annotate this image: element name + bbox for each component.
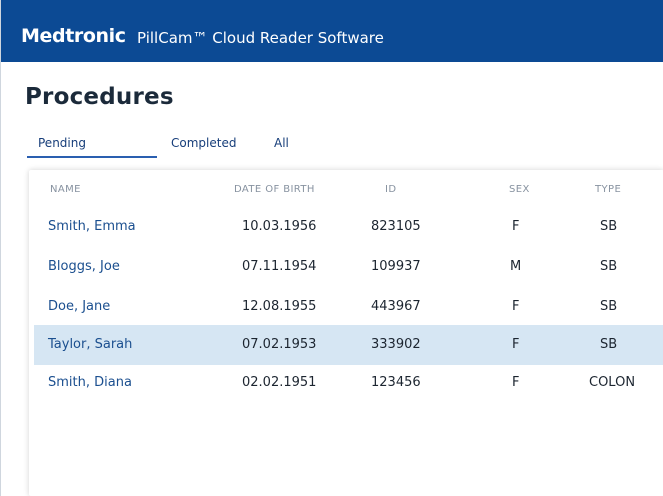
app-header: Medtronic PillCam™ Cloud Reader Software <box>1 0 663 62</box>
tab-completed[interactable]: Completed (8) <box>171 126 236 184</box>
date-of-birth: 10.03.1956 <box>242 219 317 234</box>
medtronic-logo: Medtronic <box>21 25 126 47</box>
procedures-table: NAME DATE OF BIRTH ID SEX TYPE Smith, Em… <box>29 170 663 496</box>
date-of-birth: 02.02.1951 <box>242 375 317 390</box>
procedure-type: COLON <box>589 375 636 390</box>
column-header-dob[interactable]: DATE OF BIRTH <box>234 184 315 195</box>
patient-id: 443967 <box>371 299 421 314</box>
procedure-type: SB <box>600 219 618 234</box>
active-tab-indicator <box>27 156 157 158</box>
table-row-selected[interactable]: Taylor, Sarah 07.02.1953 333902 F SB <box>34 325 663 365</box>
procedure-type: SB <box>600 259 618 274</box>
tab-pending-review[interactable]: Pending review (18) <box>38 126 86 218</box>
sex: M <box>510 259 522 274</box>
sex: F <box>512 375 520 390</box>
sex: F <box>512 337 520 352</box>
patient-id: 823105 <box>371 219 421 234</box>
patient-name[interactable]: Doe, Jane <box>48 287 110 327</box>
app-window: Medtronic PillCam™ Cloud Reader Software… <box>0 0 663 496</box>
procedure-type: SB <box>600 299 618 314</box>
patient-id: 109937 <box>371 259 421 274</box>
app-title: PillCam™ Cloud Reader Software <box>137 29 384 47</box>
procedure-type: SB <box>600 337 618 352</box>
column-header-sex[interactable]: SEX <box>509 184 530 195</box>
date-of-birth: 07.11.1954 <box>242 259 317 274</box>
patient-name[interactable]: Bloggs, Joe <box>48 247 120 287</box>
patient-name[interactable]: Smith, Diana <box>48 363 132 403</box>
sex: F <box>512 299 520 314</box>
column-header-id[interactable]: ID <box>385 184 396 195</box>
patient-id: 333902 <box>371 337 421 352</box>
date-of-birth: 12.08.1955 <box>242 299 317 314</box>
column-header-type[interactable]: TYPE <box>595 184 621 195</box>
table-row[interactable]: Smith, Diana 02.02.1951 123456 F COLON <box>34 363 663 403</box>
patient-name[interactable]: Taylor, Sarah <box>48 325 132 365</box>
page-title: Procedures <box>25 84 174 110</box>
patient-id: 123456 <box>371 375 421 390</box>
table-row[interactable]: Smith, Emma 10.03.1956 823105 F SB <box>34 207 663 247</box>
table-row[interactable]: Doe, Jane 12.08.1955 443967 F SB <box>34 287 663 327</box>
table-row[interactable]: Bloggs, Joe 07.11.1954 109937 M SB <box>34 247 663 287</box>
column-header-name[interactable]: NAME <box>50 184 81 195</box>
sex: F <box>512 219 520 234</box>
date-of-birth: 07.02.1953 <box>242 337 317 352</box>
tab-all[interactable]: All (26) <box>274 126 299 184</box>
patient-name[interactable]: Smith, Emma <box>48 207 136 247</box>
